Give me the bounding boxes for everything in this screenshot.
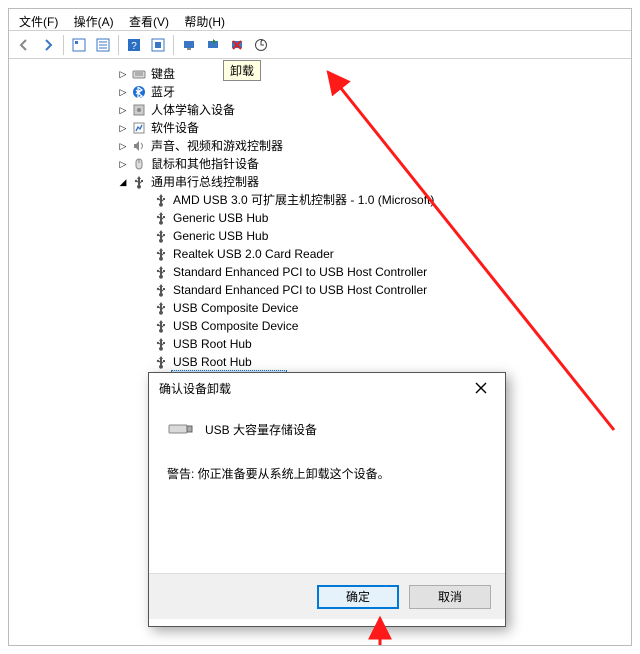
- usb-icon: [153, 318, 169, 334]
- toolbar: ? 卸载: [9, 31, 631, 59]
- usb-icon: [153, 192, 169, 208]
- collapse-icon[interactable]: ◢: [117, 176, 129, 188]
- tree-node-label: 人体学输入设备: [151, 101, 235, 119]
- menu-view[interactable]: 查看(V): [123, 11, 175, 32]
- usb-icon: [153, 228, 169, 244]
- tree-node[interactable]: Generic USB Hub: [9, 227, 631, 245]
- tree-node-label: Standard Enhanced PCI to USB Host Contro…: [173, 281, 427, 299]
- toolbar-update-driver-icon[interactable]: [178, 34, 200, 56]
- usb-icon: [153, 336, 169, 352]
- toolbar-refresh-icon[interactable]: [250, 34, 272, 56]
- menu-help[interactable]: 帮助(H): [178, 11, 231, 32]
- usb-icon: [153, 210, 169, 226]
- tree-node-label: AMD USB 3.0 可扩展主机控制器 - 1.0 (Microsoft): [173, 191, 434, 209]
- device-tree[interactable]: ▷ 键盘 ▷ 蓝牙 ▷ 人体学输入设备 ▷ 软件设备 ▷ 声音、视频和游戏控制器 ▷ 鼠标和其他指针设…: [9, 59, 631, 389]
- tree-node[interactable]: USB Composite Device: [9, 317, 631, 335]
- tree-node-label: USB Composite Device: [173, 299, 298, 317]
- tree-node-label: Generic USB Hub: [173, 209, 268, 227]
- dialog-button-row: 确定 取消: [149, 573, 505, 619]
- toolbar-separator: [118, 35, 119, 55]
- usb-icon: [153, 282, 169, 298]
- expand-icon[interactable]: ▷: [117, 86, 129, 98]
- ok-button[interactable]: 确定: [317, 585, 399, 609]
- tree-node-label: 蓝牙: [151, 83, 175, 101]
- dialog-device-name: USB 大容量存储设备: [205, 421, 317, 438]
- tree-node[interactable]: Standard Enhanced PCI to USB Host Contro…: [9, 263, 631, 281]
- tree-node-label: 声音、视频和游戏控制器: [151, 137, 283, 155]
- mouse-icon: [131, 156, 147, 172]
- cancel-button[interactable]: 取消: [409, 585, 491, 609]
- tree-node-label: USB Root Hub: [173, 353, 252, 371]
- tree-node-label: Standard Enhanced PCI to USB Host Contro…: [173, 263, 427, 281]
- toolbar-scan-icon[interactable]: [147, 34, 169, 56]
- dialog-body: USB 大容量存储设备 警告: 你正准备要从系统上卸载这个设备。: [149, 403, 505, 573]
- tree-node[interactable]: ▷ 软件设备: [9, 119, 631, 137]
- svg-text:?: ?: [131, 41, 137, 52]
- tree-node[interactable]: Realtek USB 2.0 Card Reader: [9, 245, 631, 263]
- tree-node[interactable]: ▷ 人体学输入设备: [9, 101, 631, 119]
- dialog-titlebar: 确认设备卸载: [149, 373, 505, 403]
- tree-node[interactable]: ▷ 声音、视频和游戏控制器: [9, 137, 631, 155]
- usb-icon: [153, 300, 169, 316]
- menubar: 文件(F) 操作(A) 查看(V) 帮助(H): [9, 9, 631, 31]
- menu-file[interactable]: 文件(F): [13, 11, 64, 32]
- tree-node[interactable]: ▷ 鼠标和其他指针设备: [9, 155, 631, 173]
- tree-node[interactable]: USB Composite Device: [9, 299, 631, 317]
- tree-node[interactable]: Generic USB Hub: [9, 209, 631, 227]
- toolbar-back-icon[interactable]: [13, 34, 35, 56]
- dialog-warning-text: 警告: 你正准备要从系统上卸载这个设备。: [167, 465, 487, 482]
- toolbar-show-hidden-icon[interactable]: [68, 34, 90, 56]
- usb-device-icon: [167, 419, 195, 439]
- tree-node[interactable]: USB Root Hub: [9, 335, 631, 353]
- usb-icon: [153, 354, 169, 370]
- expand-icon[interactable]: ▷: [117, 122, 129, 134]
- tree-node[interactable]: ◢ 通用串行总线控制器: [9, 173, 631, 191]
- usb-icon: [153, 246, 169, 262]
- tree-node-label: Generic USB Hub: [173, 227, 268, 245]
- hid-icon: [131, 102, 147, 118]
- confirm-uninstall-dialog: 确认设备卸载 USB 大容量存储设备 警告: 你正准备要从系统上卸载这个设备。 …: [148, 372, 506, 627]
- toolbar-disable-icon[interactable]: [202, 34, 224, 56]
- toolbar-help-icon[interactable]: ?: [123, 34, 145, 56]
- toolbar-forward-icon[interactable]: [37, 34, 59, 56]
- dialog-close-button[interactable]: [461, 376, 501, 400]
- tree-node[interactable]: USB Root Hub: [9, 353, 631, 371]
- tree-node-label: 软件设备: [151, 119, 199, 137]
- software-icon: [131, 120, 147, 136]
- expand-icon[interactable]: ▷: [117, 140, 129, 152]
- sound-icon: [131, 138, 147, 154]
- menu-action[interactable]: 操作(A): [68, 11, 120, 32]
- toolbar-separator: [63, 35, 64, 55]
- tooltip-uninstall: 卸载: [223, 60, 261, 81]
- tree-node-label: 通用串行总线控制器: [151, 173, 259, 191]
- tree-node[interactable]: Standard Enhanced PCI to USB Host Contro…: [9, 281, 631, 299]
- tree-node[interactable]: AMD USB 3.0 可扩展主机控制器 - 1.0 (Microsoft): [9, 191, 631, 209]
- tree-node-label: USB Root Hub: [173, 335, 252, 353]
- bluetooth-icon: [131, 84, 147, 100]
- tree-node[interactable]: ▷ 键盘: [9, 65, 631, 83]
- keyboard-icon: [131, 66, 147, 82]
- expand-icon[interactable]: ▷: [117, 104, 129, 116]
- tree-node[interactable]: ▷ 蓝牙: [9, 83, 631, 101]
- toolbar-properties-icon[interactable]: [92, 34, 114, 56]
- toolbar-separator: [173, 35, 174, 55]
- usb-icon: [153, 264, 169, 280]
- tree-node-label: 鼠标和其他指针设备: [151, 155, 259, 173]
- usb-icon: [131, 174, 147, 190]
- tree-node-label: Realtek USB 2.0 Card Reader: [173, 245, 334, 263]
- tree-node-label: USB Composite Device: [173, 317, 298, 335]
- toolbar-uninstall-icon[interactable]: 卸载: [226, 34, 248, 56]
- expand-icon[interactable]: ▷: [117, 158, 129, 170]
- expand-icon[interactable]: ▷: [117, 68, 129, 80]
- tree-node-label: 键盘: [151, 65, 175, 83]
- dialog-title-text: 确认设备卸载: [159, 380, 231, 397]
